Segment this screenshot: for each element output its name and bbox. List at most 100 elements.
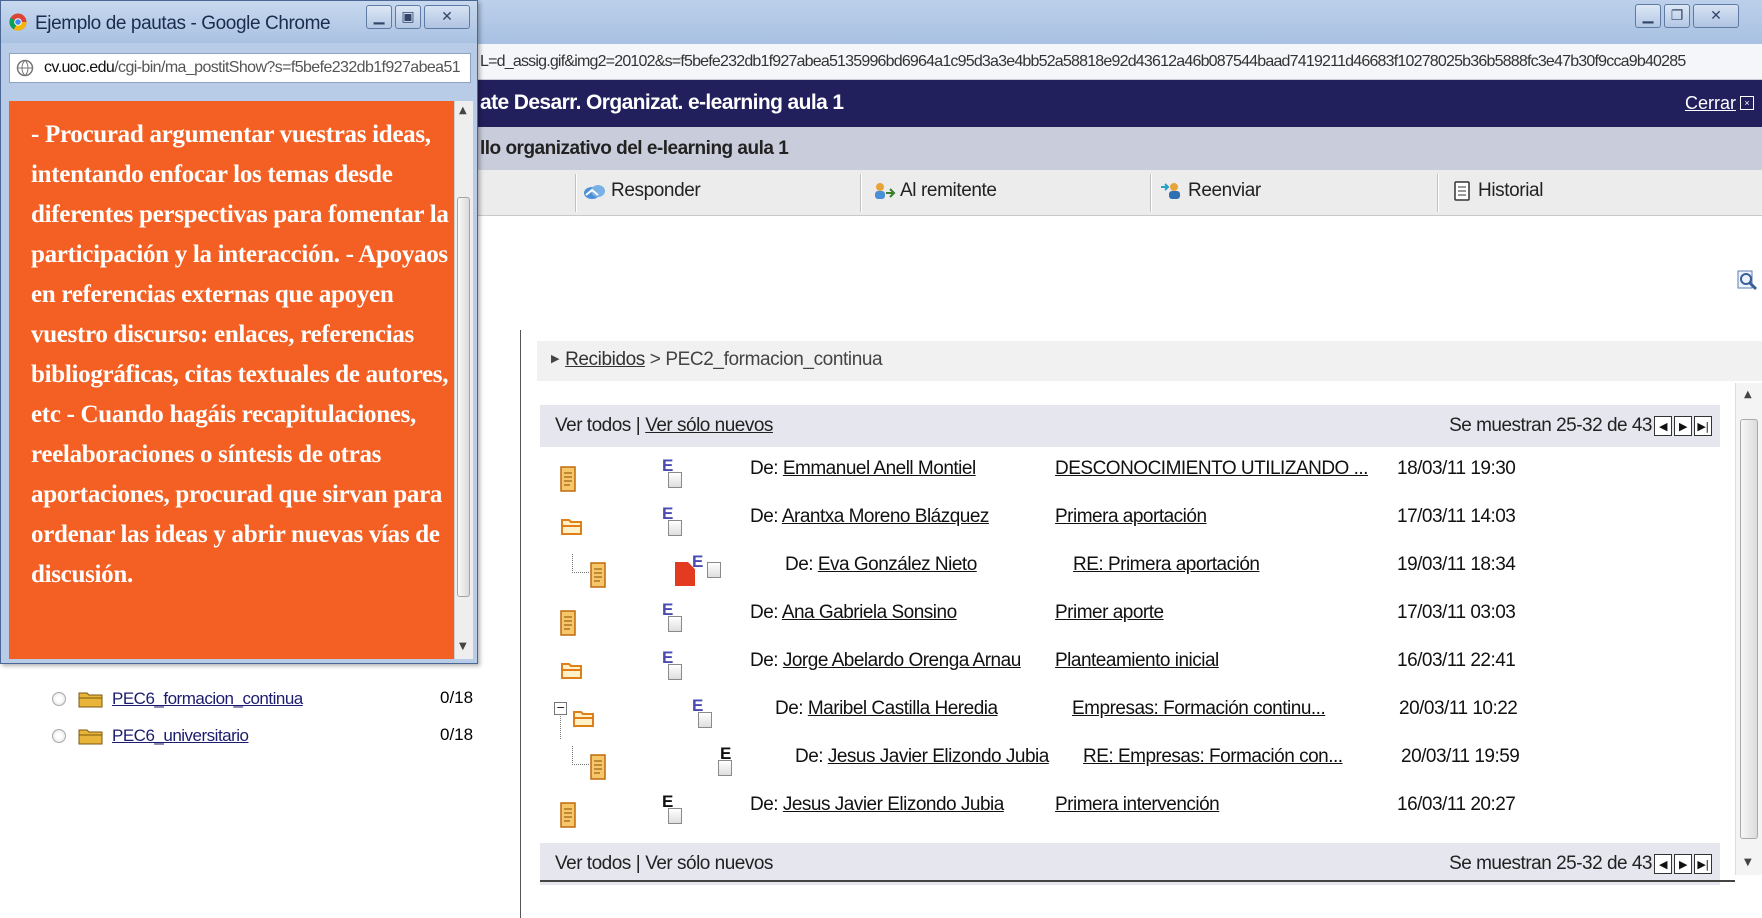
close-icon[interactable]: × bbox=[1740, 96, 1754, 110]
message-icon[interactable] bbox=[560, 802, 576, 828]
reply-to-sender-button[interactable]: Al remitente bbox=[872, 180, 997, 202]
popup-scrollbar[interactable]: ▲ ▼ bbox=[454, 101, 473, 659]
message-list-scrollbar[interactable]: ▲ ▼ bbox=[1735, 383, 1762, 875]
sender-link[interactable]: Jesus Javier Elizondo Jubia bbox=[783, 794, 1004, 815]
message-subject-link[interactable]: RE: Empresas: Formación con... bbox=[1083, 746, 1343, 768]
message-row[interactable]: E De: Emmanuel Anell Montiel DESCONOCIMIEN… bbox=[540, 452, 1720, 500]
message-subject-link[interactable]: Primera intervención bbox=[1055, 794, 1220, 816]
last-page-button[interactable]: ▶| bbox=[1694, 854, 1712, 874]
message-checkbox[interactable] bbox=[718, 760, 732, 776]
message-checkbox[interactable] bbox=[668, 664, 682, 680]
message-sender: De: Jesus Javier Elizondo Jubia bbox=[750, 794, 1004, 816]
reply-button[interactable]: Responder bbox=[583, 180, 701, 202]
view-all-link[interactable]: Ver todos bbox=[555, 853, 631, 874]
history-button[interactable]: Historial bbox=[1450, 180, 1543, 202]
message-row[interactable]: E De: Jesus Javier Elizondo Jubia RE: Empr… bbox=[540, 740, 1720, 788]
scroll-down-icon[interactable]: ▼ bbox=[1744, 857, 1752, 868]
message-icon[interactable] bbox=[560, 610, 576, 636]
popup-close-button[interactable]: ✕ bbox=[424, 5, 470, 29]
close-window-button[interactable]: ✕ bbox=[1693, 4, 1739, 28]
folder-link[interactable]: PEC6_formacion_continua bbox=[112, 689, 303, 709]
message-checkbox[interactable] bbox=[668, 808, 682, 824]
sender-prefix: De: bbox=[795, 746, 824, 767]
message-date: 20/03/11 10:22 bbox=[1399, 698, 1518, 719]
address-text[interactable]: L=d_assig.gif&img2=20102&s=f5befe232db1f… bbox=[480, 53, 1686, 71]
breadcrumb-separator: > bbox=[649, 349, 661, 370]
message-row[interactable]: E De: Arantxa Moreno Blázquez Primera apor… bbox=[540, 500, 1720, 548]
popup-url-domain: cv.uoc.edu bbox=[44, 59, 115, 76]
message-checkbox[interactable] bbox=[707, 562, 721, 578]
next-page-button[interactable]: ▶ bbox=[1674, 416, 1692, 436]
popup-maximize-button[interactable]: ▣ bbox=[395, 5, 421, 29]
message-icon[interactable] bbox=[560, 466, 576, 492]
sender-link[interactable]: Jorge Abelardo Orenga Arnau bbox=[783, 650, 1021, 671]
sender-link[interactable]: Arantxa Moreno Blázquez bbox=[782, 506, 990, 527]
message-row[interactable]: E De: Eva González Nieto RE: Primera aport… bbox=[540, 548, 1720, 596]
message-icon[interactable] bbox=[590, 562, 606, 588]
folder-item[interactable]: PEC6_formacion_continua bbox=[52, 686, 303, 712]
sender-link[interactable]: Maribel Castilla Heredia bbox=[808, 698, 998, 719]
breadcrumb-arrow-icon: ▶ bbox=[551, 353, 560, 365]
forward-button[interactable]: Reenviar bbox=[1160, 180, 1261, 202]
message-row[interactable]: E De: Ana Gabriela Sonsino Primer aporte 17… bbox=[540, 596, 1720, 644]
search-icon[interactable] bbox=[1737, 270, 1759, 292]
breadcrumb-root-link[interactable]: Recibidos bbox=[565, 349, 645, 370]
message-subject-link[interactable]: DESCONOCIMIENTO UTILIZANDO ... bbox=[1055, 458, 1368, 480]
message-sender: De: Jesus Javier Elizondo Jubia bbox=[795, 746, 1049, 768]
sender-icon bbox=[875, 183, 896, 199]
globe-icon bbox=[16, 59, 34, 77]
popup-minimize-button[interactable]: ▁ bbox=[366, 5, 392, 29]
message-subject-link[interactable]: Planteamiento inicial bbox=[1055, 650, 1219, 672]
message-checkbox[interactable] bbox=[668, 616, 682, 632]
forward-icon bbox=[1161, 183, 1180, 199]
next-page-button[interactable]: ▶ bbox=[1674, 854, 1692, 874]
message-row[interactable]: E De: Jorge Abelardo Orenga Arnau Planteam… bbox=[540, 644, 1720, 692]
thread-tree-line bbox=[560, 714, 561, 739]
message-checkbox[interactable] bbox=[698, 712, 712, 728]
view-new-link[interactable]: Ver sólo nuevos bbox=[645, 415, 773, 436]
sender-prefix: De: bbox=[775, 698, 804, 719]
message-checkbox[interactable] bbox=[668, 520, 682, 536]
folder-radio[interactable] bbox=[52, 729, 66, 743]
toolbar-divider bbox=[860, 174, 862, 212]
pager-divider: | bbox=[635, 415, 641, 436]
prev-page-button[interactable]: ◀ bbox=[1654, 416, 1672, 436]
scroll-up-icon[interactable]: ▲ bbox=[1744, 389, 1752, 400]
popup-scroll-down-icon[interactable]: ▼ bbox=[459, 641, 467, 652]
message-row[interactable]: E De: Jesus Javier Elizondo Jubia Primera … bbox=[540, 788, 1720, 836]
popup-address-bar[interactable]: cv.uoc.edu/cgi-bin/ma_postitShow?s=f5bef… bbox=[9, 53, 471, 83]
message-subject-link[interactable]: Empresas: Formación continu... bbox=[1072, 698, 1326, 720]
message-icon[interactable] bbox=[590, 754, 606, 780]
sender-prefix: De: bbox=[750, 602, 779, 623]
message-checkbox[interactable] bbox=[668, 472, 682, 488]
message-subject-link[interactable]: RE: Primera aportación bbox=[1073, 554, 1260, 576]
popup-scroll-up-icon[interactable]: ▲ bbox=[459, 105, 467, 116]
view-all-link[interactable]: Ver todos bbox=[555, 415, 631, 436]
scrollbar-thumb[interactable] bbox=[1740, 419, 1758, 839]
thread-folder-icon[interactable] bbox=[560, 516, 584, 536]
last-page-button[interactable]: ▶| bbox=[1694, 416, 1712, 436]
folder-item[interactable]: PEC6_universitario bbox=[52, 723, 249, 749]
view-new-link[interactable]: Ver sólo nuevos bbox=[645, 853, 773, 874]
minimize-button[interactable]: ▁ bbox=[1635, 4, 1661, 28]
message-sender: De: Emmanuel Anell Montiel bbox=[750, 458, 976, 480]
sender-link[interactable]: Eva González Nieto bbox=[818, 554, 977, 575]
sender-link[interactable]: Ana Gabriela Sonsino bbox=[782, 602, 957, 623]
sender-link[interactable]: Jesus Javier Elizondo Jubia bbox=[828, 746, 1049, 767]
message-subject-link[interactable]: Primer aporte bbox=[1055, 602, 1164, 624]
popup-scrollbar-thumb[interactable] bbox=[457, 197, 470, 597]
close-link[interactable]: Cerrar bbox=[1685, 93, 1736, 114]
message-subject-link[interactable]: Primera aportación bbox=[1055, 506, 1207, 528]
popup-url[interactable]: cv.uoc.edu/cgi-bin/ma_postitShow?s=f5bef… bbox=[44, 59, 461, 77]
prev-page-button[interactable]: ◀ bbox=[1654, 854, 1672, 874]
folder-link[interactable]: PEC6_universitario bbox=[112, 726, 249, 746]
thread-tree-line bbox=[572, 746, 589, 765]
maximize-button[interactable]: ❐ bbox=[1664, 4, 1690, 28]
thread-folder-icon[interactable] bbox=[560, 660, 584, 680]
reply-icon bbox=[584, 185, 605, 199]
message-row[interactable]: − E De: Maribel Castilla Heredia Empresas: … bbox=[540, 692, 1720, 740]
thread-folder-icon[interactable] bbox=[572, 708, 596, 728]
sender-link[interactable]: Emmanuel Anell Montiel bbox=[783, 458, 976, 479]
folder-radio[interactable] bbox=[52, 692, 66, 706]
toolbar-divider bbox=[575, 174, 577, 212]
